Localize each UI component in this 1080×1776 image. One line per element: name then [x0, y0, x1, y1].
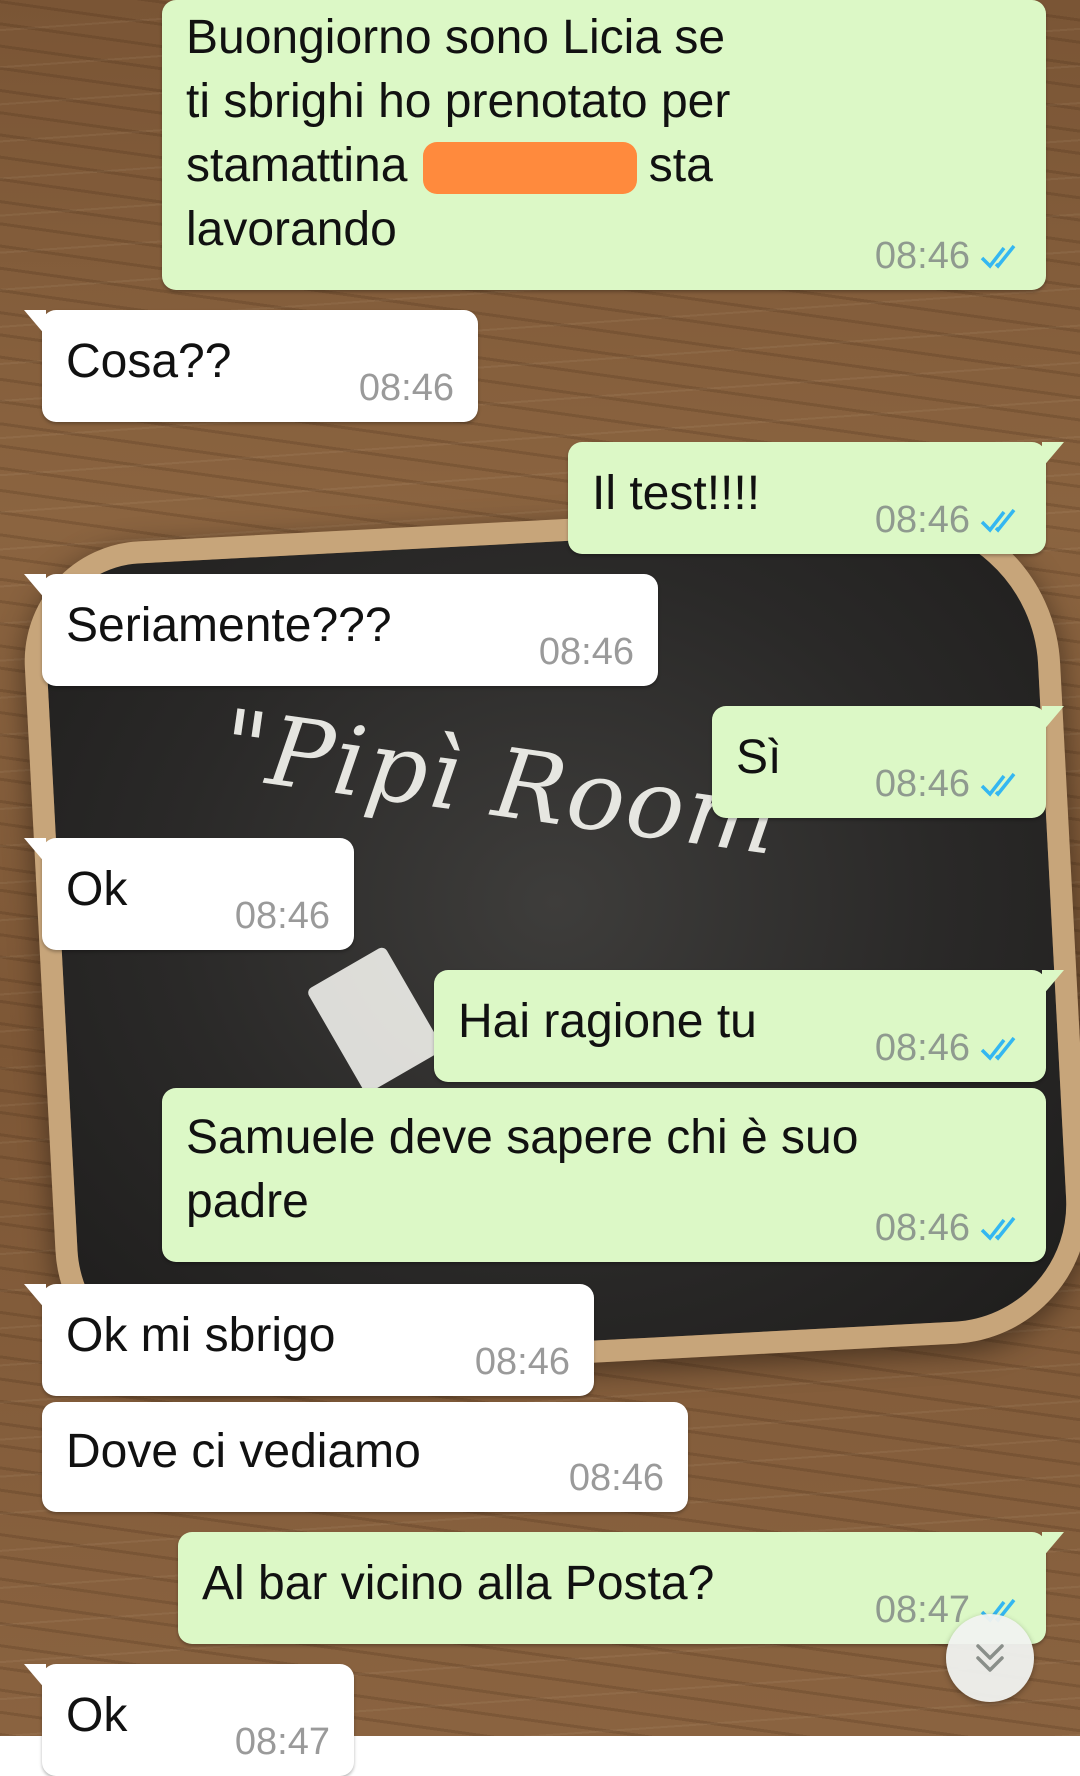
message-time: 08:46 [234, 895, 330, 937]
message-bubble-incoming[interactable]: Ok mi sbrigo 08:46 [24, 1284, 594, 1396]
message-meta: 08:46 [569, 1458, 664, 1498]
message-time: 08:46 [874, 763, 970, 805]
message-meta: 08:46 [875, 764, 1022, 804]
double-check-icon [980, 244, 1016, 269]
message-meta: 08:46 [359, 368, 454, 408]
message-meta: 08:46 [875, 1028, 1022, 1068]
chevron-double-down-icon [976, 1644, 1004, 1672]
message-time: 08:47 [874, 1589, 970, 1631]
message-bubble-incoming[interactable]: Seriamente??? 08:46 [24, 574, 658, 686]
message-time: 08:46 [874, 235, 970, 277]
redacted-text [422, 142, 637, 195]
scroll-to-bottom-button[interactable] [946, 1614, 1034, 1702]
message-meta: 08:46 [875, 500, 1022, 540]
message-meta: 08:46 [539, 632, 634, 672]
message-time: 08:46 [874, 1027, 970, 1069]
message-meta: 08:46 [475, 1342, 570, 1382]
message-bubble-outgoing[interactable]: Sì 08:46 [712, 706, 1064, 818]
message-bubble-outgoing[interactable]: Buongiorno sono Licia se ti sbrighi ho p… [162, 0, 1046, 290]
message-time: 08:46 [874, 499, 970, 541]
message-time: 08:46 [538, 631, 634, 673]
message-time: 08:46 [874, 1207, 970, 1249]
double-check-icon [980, 508, 1016, 533]
message-bubble-incoming[interactable]: Ok 08:47 [24, 1664, 354, 1776]
message-bubble-incoming[interactable]: Dove ci vediamo 08:46 [42, 1402, 688, 1512]
message-time: 08:46 [568, 1457, 664, 1499]
message-time: 08:46 [474, 1341, 570, 1383]
message-bubble-incoming[interactable]: Cosa?? 08:46 [24, 310, 478, 422]
message-meta: 08:47 [235, 1722, 330, 1762]
double-check-icon [980, 1216, 1016, 1241]
message-bubble-outgoing[interactable]: Il test!!!! 08:46 [568, 442, 1064, 554]
double-check-icon [980, 772, 1016, 797]
message-meta: 08:46 [875, 236, 1022, 276]
message-bubble-outgoing[interactable]: Al bar vicino alla Posta? 08:47 [178, 1532, 1064, 1644]
message-text: Buongiorno sono Licia se ti sbrighi ho p… [186, 11, 731, 256]
message-bubble-incoming[interactable]: Ok 08:46 [24, 838, 354, 950]
message-meta: 08:46 [875, 1208, 1022, 1248]
double-check-icon [980, 1036, 1016, 1061]
message-time: 08:47 [234, 1721, 330, 1763]
message-meta: 08:46 [235, 896, 330, 936]
message-bubble-outgoing[interactable]: Samuele deve sapere chi è suo padre 08:4… [162, 1088, 1046, 1262]
message-bubble-outgoing[interactable]: Hai ragione tu 08:46 [434, 970, 1064, 1082]
message-time: 08:46 [358, 367, 454, 409]
